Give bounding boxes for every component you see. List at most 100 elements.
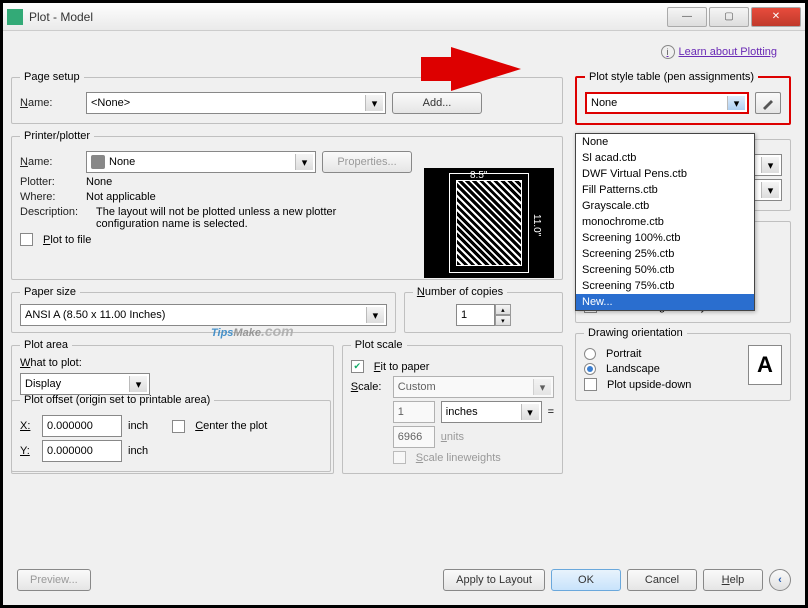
cancel-button[interactable]: Cancel <box>627 569 697 591</box>
minimize-button[interactable]: — <box>667 7 707 27</box>
paper-size-legend: Paper size <box>20 286 80 298</box>
x-input[interactable]: 0.000000 <box>42 415 122 437</box>
upside-down-checkbox[interactable] <box>584 378 597 391</box>
landscape-label: Landscape <box>606 363 660 375</box>
plot-style-option[interactable]: None <box>576 134 754 150</box>
plot-to-file-label: Plot to file <box>43 234 91 246</box>
fit-to-paper-checkbox[interactable]: ✔ <box>351 360 364 373</box>
collapse-button[interactable]: ‹ <box>769 569 791 591</box>
y-label: Y: <box>20 445 36 457</box>
paper-size-group: Paper size ANSI A (8.50 x 11.00 Inches) … <box>11 286 396 333</box>
printer-plotter-group: Printer/plotter Name: None ▾ Properties.… <box>11 130 563 280</box>
properties-button[interactable]: Properties... <box>322 151 412 173</box>
plot-style-table-group: Plot style table (pen assignments) None … <box>575 71 791 125</box>
page-name-label: Name: <box>20 97 80 109</box>
copies-legend: Number of copies <box>413 286 507 298</box>
add-button[interactable]: Add... <box>392 92 482 114</box>
chevron-down-icon: ▾ <box>533 379 551 395</box>
paper-preview: 8.5" 11.0" <box>424 168 554 278</box>
plot-style-option-new[interactable]: New... <box>576 294 754 310</box>
chevron-down-icon: ▾ <box>761 157 779 173</box>
what-to-plot-label: What to plot: <box>20 357 325 369</box>
plot-area-legend: Plot area <box>20 339 72 351</box>
y-input[interactable]: 0.000000 <box>42 440 122 462</box>
learn-plotting-link[interactable]: i Learn about Plotting <box>661 45 777 59</box>
ok-button[interactable]: OK <box>551 569 621 591</box>
printer-icon <box>91 155 105 169</box>
plotter-value: None <box>86 176 112 188</box>
plot-scale-group: Plot scale ✔Fit to paper Scale: Custom▾ … <box>342 339 563 474</box>
plot-scale-legend: Plot scale <box>351 339 407 351</box>
description-value: The layout will not be plotted unless a … <box>96 206 356 230</box>
plot-style-option[interactable]: Screening 25%.ctb <box>576 246 754 262</box>
chevron-down-icon: ▾ <box>521 404 539 420</box>
plot-style-legend: Plot style table (pen assignments) <box>585 71 758 83</box>
x-label: X: <box>20 420 36 432</box>
printer-legend: Printer/plotter <box>20 130 94 142</box>
maximize-button[interactable]: ▢ <box>709 7 749 27</box>
plot-style-option[interactable]: Sl acad.ctb <box>576 150 754 166</box>
plot-style-option[interactable]: Fill Patterns.ctb <box>576 182 754 198</box>
callout-arrow-icon <box>451 47 521 91</box>
preview-button[interactable]: Preview... <box>17 569 91 591</box>
plot-style-dropdown[interactable]: None ▾ <box>585 92 749 114</box>
scale-units-input[interactable]: 1 <box>393 401 435 423</box>
description-label: Description: <box>20 206 90 218</box>
page-name-dropdown[interactable]: <None> ▾ <box>86 92 386 114</box>
drawing-orientation-group: Drawing orientation Portrait Landscape P… <box>575 327 791 401</box>
plot-offset-legend: Plot offset (origin set to printable are… <box>20 394 214 406</box>
dwg-units-input[interactable]: 6966 <box>393 426 435 448</box>
upside-down-label: Plot upside-down <box>607 379 691 391</box>
app-icon <box>7 9 23 25</box>
plotter-label: Plotter: <box>20 176 80 188</box>
plot-style-option[interactable]: Grayscale.ctb <box>576 198 754 214</box>
spinner-up[interactable]: ▴ <box>495 304 511 315</box>
plot-style-option[interactable]: Screening 50%.ctb <box>576 262 754 278</box>
chevron-down-icon: ▾ <box>727 96 745 110</box>
x-unit: inch <box>128 420 148 432</box>
orientation-preview-icon: A <box>748 345 782 385</box>
where-label: Where: <box>20 191 80 203</box>
plot-style-option[interactable]: DWF Virtual Pens.ctb <box>576 166 754 182</box>
dwg-units-label: units <box>441 431 464 443</box>
close-button[interactable]: ✕ <box>751 7 801 27</box>
info-icon: i <box>661 45 675 59</box>
plot-style-dropdown-list[interactable]: None Sl acad.ctb DWF Virtual Pens.ctb Fi… <box>575 133 755 311</box>
spinner-down[interactable]: ▾ <box>495 315 511 326</box>
portrait-label: Portrait <box>606 348 641 360</box>
scale-dropdown[interactable]: Custom▾ <box>393 376 554 398</box>
plot-style-option[interactable]: Screening 75%.ctb <box>576 278 754 294</box>
plot-style-option[interactable]: Screening 100%.ctb <box>576 230 754 246</box>
plot-dialog: Plot - Model — ▢ ✕ i Learn about Plottin… <box>0 0 808 608</box>
portrait-radio[interactable] <box>584 348 596 360</box>
chevron-down-icon: ▾ <box>295 154 313 170</box>
plot-style-option[interactable]: monochrome.ctb <box>576 214 754 230</box>
copies-group: Number of copies 1 ▴▾ <box>404 286 563 333</box>
scale-unit-dropdown[interactable]: inches▾ <box>441 401 542 423</box>
title-bar: Plot - Model — ▢ ✕ <box>3 3 805 31</box>
landscape-radio[interactable] <box>584 363 596 375</box>
orientation-legend: Drawing orientation <box>584 327 687 339</box>
printer-name-dropdown[interactable]: None ▾ <box>86 151 316 173</box>
fit-to-paper-label: Fit to paper <box>374 361 430 373</box>
edit-pen-button[interactable] <box>755 92 781 114</box>
center-plot-checkbox[interactable] <box>172 420 185 433</box>
pen-icon <box>761 96 775 110</box>
y-unit: inch <box>128 445 148 457</box>
center-plot-label: Center the plot <box>195 420 267 432</box>
chevron-down-icon: ▾ <box>129 376 147 392</box>
scale-lineweights-label: Scale lineweights <box>416 452 501 464</box>
printer-name-label: Name: <box>20 156 80 168</box>
apply-to-layout-button[interactable]: Apply to Layout <box>443 569 545 591</box>
chevron-down-icon: ▾ <box>365 95 383 111</box>
paper-size-dropdown[interactable]: ANSI A (8.50 x 11.00 Inches) ▾ <box>20 304 387 326</box>
scale-lineweights-checkbox[interactable] <box>393 451 406 464</box>
help-button[interactable]: Help <box>703 569 763 591</box>
chevron-down-icon: ▾ <box>761 182 779 198</box>
plot-to-file-checkbox[interactable] <box>20 233 33 246</box>
what-to-plot-dropdown[interactable]: Display ▾ <box>20 373 150 395</box>
plot-offset-group: Plot offset (origin set to printable are… <box>11 394 331 472</box>
copies-input[interactable]: 1 <box>456 304 495 326</box>
page-setup-legend: Page setup <box>20 71 84 83</box>
where-value: Not applicable <box>86 191 156 203</box>
